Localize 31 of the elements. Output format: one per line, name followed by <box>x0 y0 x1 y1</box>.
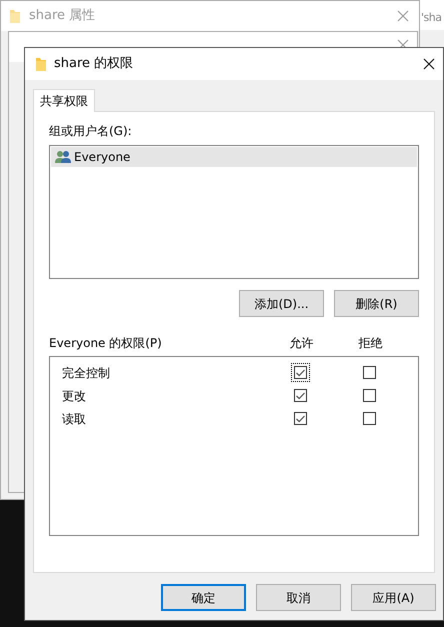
list-item[interactable]: Everyone <box>51 147 417 167</box>
permission-name: 完全控制 <box>62 364 111 382</box>
checkbox[interactable] <box>294 389 307 402</box>
checkbox[interactable] <box>294 366 307 379</box>
dialog-button[interactable]: 确定 <box>161 584 246 611</box>
dialog-button[interactable]: 应用(A) <box>351 584 436 611</box>
column-header: 拒绝 <box>358 335 384 352</box>
dialog-button[interactable]: 取消 <box>256 584 341 611</box>
user-name: Everyone <box>74 149 130 166</box>
permission-name: 读取 <box>62 410 87 428</box>
check-icon <box>296 368 305 376</box>
window-title: 'sha <box>421 11 442 24</box>
window-title: share 的权限 <box>54 55 134 74</box>
permission-name: 更改 <box>62 388 87 404</box>
field-label: 组或用户名(G): <box>49 123 133 140</box>
column-header: 允许 <box>288 335 314 352</box>
checkbox[interactable] <box>294 412 307 425</box>
check-icon <box>296 392 305 400</box>
folder-icon <box>10 9 20 23</box>
window-title: share 属性 <box>29 7 96 26</box>
checkbox[interactable] <box>363 366 376 379</box>
action-button[interactable]: 删除(R) <box>334 290 419 317</box>
permissions-label: Everyone 的权限(P) <box>49 335 163 352</box>
action-button[interactable]: 添加(D)... <box>239 290 324 317</box>
users-icon <box>55 150 71 164</box>
check-icon <box>296 414 305 422</box>
checkbox[interactable] <box>363 389 376 402</box>
tab[interactable]: 共享权限 <box>33 89 95 112</box>
folder-icon <box>36 57 46 71</box>
close-icon[interactable] <box>423 58 435 70</box>
checkbox[interactable] <box>363 412 376 425</box>
